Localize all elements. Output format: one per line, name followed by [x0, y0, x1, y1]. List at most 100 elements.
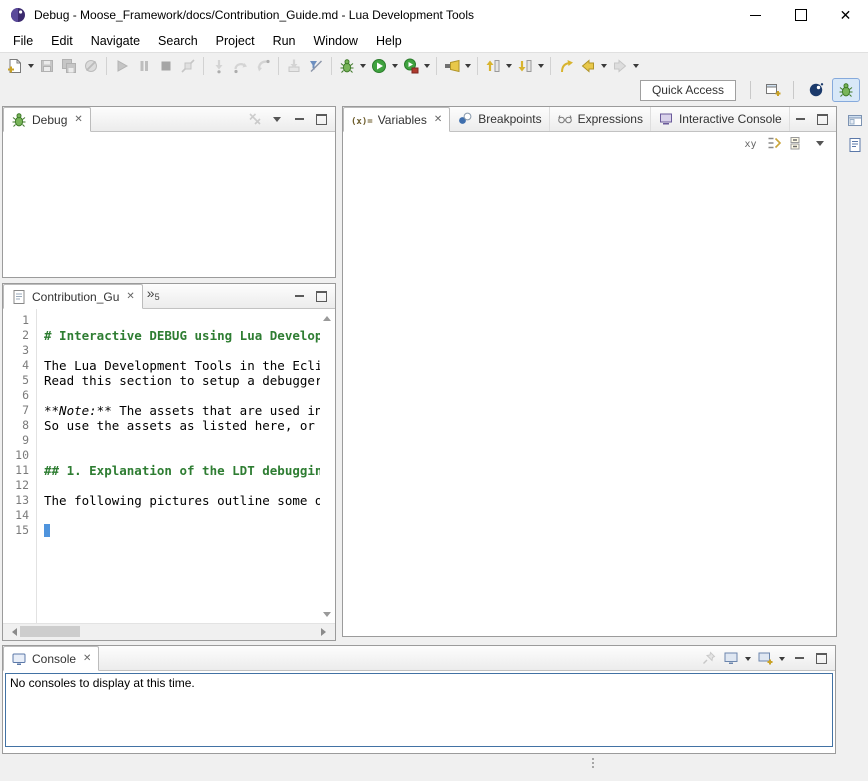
menu-run[interactable]: Run — [264, 31, 305, 51]
disconnect-button[interactable] — [177, 55, 199, 77]
menu-help[interactable]: Help — [367, 31, 411, 51]
hidden-editors-indicator[interactable]: » 5 — [143, 284, 166, 308]
minimize-window-button[interactable] — [733, 0, 778, 30]
tab-close-icon[interactable]: ✕ — [74, 114, 82, 125]
search-button[interactable] — [441, 55, 463, 77]
show-logical-structures-button[interactable] — [764, 133, 784, 153]
variables-view-toolbar: xy — [343, 132, 836, 154]
tab-interactive-console[interactable]: Interactive Console — [651, 107, 790, 131]
open-console-dropdown-arrow[interactable] — [777, 647, 787, 669]
variables-view-content — [343, 154, 836, 636]
next-annotation-dropdown-arrow[interactable] — [536, 55, 546, 77]
open-console-button[interactable] — [755, 648, 775, 668]
menu-edit[interactable]: Edit — [42, 31, 82, 51]
display-console-dropdown-arrow[interactable] — [743, 647, 753, 669]
show-type-names-button[interactable]: xy — [741, 133, 761, 153]
use-step-filters-button[interactable] — [305, 55, 327, 77]
external-tools-button[interactable] — [400, 55, 422, 77]
step-into-button[interactable] — [208, 55, 230, 77]
vertical-scrollbar[interactable] — [320, 309, 335, 624]
debug-dropdown-arrow[interactable] — [358, 55, 368, 77]
restore-outline-view-button[interactable] — [844, 134, 866, 156]
scroll-right-icon[interactable] — [321, 628, 330, 636]
variables-minimize-button[interactable] — [790, 109, 810, 129]
scroll-left-icon[interactable] — [8, 628, 17, 636]
menu-window[interactable]: Window — [305, 31, 367, 51]
last-edit-location-button[interactable] — [555, 55, 577, 77]
resume-button[interactable] — [111, 55, 133, 77]
run-dropdown-arrow[interactable] — [390, 55, 400, 77]
tab-contribution-guide[interactable]: Contribution_Gu ✕ — [3, 284, 143, 309]
menu-search[interactable]: Search — [149, 31, 207, 51]
previous-annotation-button[interactable] — [482, 55, 504, 77]
editor-minimize-button[interactable] — [289, 286, 309, 306]
debug-view-menu-button[interactable] — [267, 109, 287, 129]
code-segment: The following pictures outline some o — [44, 493, 320, 508]
resize-grip[interactable] — [592, 758, 594, 768]
step-over-button[interactable] — [230, 55, 252, 77]
search-dropdown-arrow[interactable] — [463, 55, 473, 77]
forward-dropdown-arrow[interactable] — [631, 55, 641, 77]
console-text-viewer[interactable]: No consoles to display at this time. — [5, 673, 833, 747]
back-dropdown-arrow[interactable] — [599, 55, 609, 77]
terminate-button[interactable] — [155, 55, 177, 77]
save-all-button[interactable] — [58, 55, 80, 77]
external-tools-dropdown-arrow[interactable] — [422, 55, 432, 77]
debug-minimize-button[interactable] — [289, 109, 309, 129]
quick-access-box[interactable]: Quick Access — [640, 80, 736, 101]
variables-icon: (x)= — [351, 113, 373, 127]
new-dropdown-arrow[interactable] — [26, 55, 36, 77]
tab-expressions[interactable]: Expressions — [550, 107, 651, 131]
variables-view-menu-button[interactable] — [810, 133, 830, 153]
console-maximize-button[interactable] — [811, 648, 831, 668]
collapse-all-button[interactable] — [787, 133, 807, 153]
tab-debug[interactable]: Debug ✕ — [3, 107, 91, 132]
horizontal-scrollbar[interactable] — [3, 623, 335, 640]
tab-label: Console — [32, 652, 76, 666]
previous-annotation-dropdown-arrow[interactable] — [504, 55, 514, 77]
open-perspective-button[interactable] — [759, 78, 787, 102]
toolbar-separator — [550, 57, 551, 75]
run-button[interactable] — [368, 55, 390, 77]
editor-body[interactable]: 123456789101112131415 # Interactive DEBU… — [3, 309, 335, 640]
lua-perspective-button[interactable] — [802, 78, 830, 102]
close-window-button[interactable]: ✕ — [823, 0, 868, 30]
display-selected-console-button[interactable] — [721, 648, 741, 668]
menu-file[interactable]: File — [4, 31, 42, 51]
scroll-up-icon[interactable] — [323, 312, 331, 321]
skip-all-breakpoints-button[interactable] — [80, 55, 102, 77]
debug-maximize-button[interactable] — [311, 109, 331, 129]
console-minimize-button[interactable] — [789, 648, 809, 668]
restore-minimized-view-button[interactable] — [844, 110, 866, 132]
tab-variables[interactable]: (x)=Variables✕ — [343, 107, 450, 132]
tab-console[interactable]: Console ✕ — [3, 646, 99, 671]
menu-project[interactable]: Project — [207, 31, 264, 51]
maximize-window-button[interactable] — [778, 0, 823, 30]
tab-close-icon[interactable]: ✕ — [83, 653, 91, 664]
debug-button[interactable] — [336, 55, 358, 77]
code-area[interactable]: # Interactive DEBUG using Lua DevelopThe… — [38, 309, 320, 624]
tab-breakpoints[interactable]: Breakpoints — [450, 107, 549, 131]
suspend-button[interactable] — [133, 55, 155, 77]
save-button[interactable] — [36, 55, 58, 77]
back-button[interactable] — [577, 55, 599, 77]
tab-close-icon[interactable]: ✕ — [434, 114, 442, 125]
menu-navigate[interactable]: Navigate — [82, 31, 149, 51]
remove-all-terminated-button[interactable] — [245, 109, 265, 129]
variables-maximize-button[interactable] — [812, 109, 832, 129]
step-return-button[interactable] — [252, 55, 274, 77]
tab-label: Expressions — [578, 112, 643, 126]
editor-maximize-button[interactable] — [311, 286, 331, 306]
scrollbar-thumb[interactable] — [20, 626, 80, 637]
line-number: 4 — [3, 358, 36, 373]
drop-to-frame-button[interactable] — [283, 55, 305, 77]
tab-label: Debug — [32, 113, 67, 127]
tab-close-icon[interactable]: ✕ — [126, 291, 134, 302]
pin-console-button[interactable] — [699, 648, 719, 668]
next-annotation-button[interactable] — [514, 55, 536, 77]
forward-button[interactable] — [609, 55, 631, 77]
new-icon — [7, 58, 23, 74]
debug-perspective-button[interactable] — [832, 78, 860, 102]
new-button[interactable] — [4, 55, 26, 77]
scroll-down-icon[interactable] — [323, 612, 331, 621]
